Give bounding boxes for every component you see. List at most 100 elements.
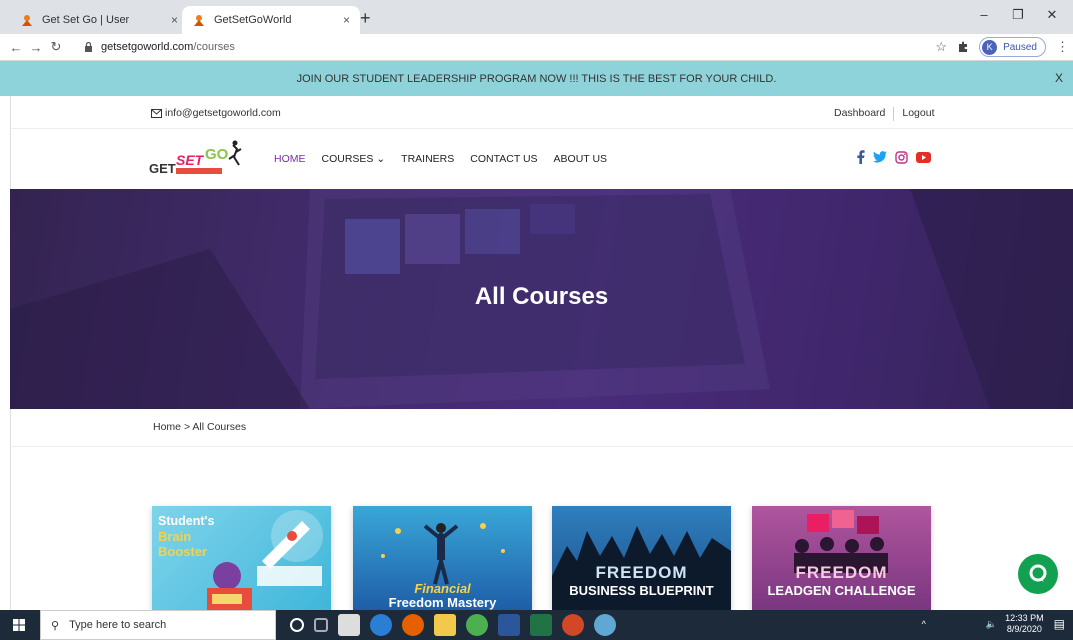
back-arrow-icon[interactable]: ← — [6, 40, 26, 55]
hero-banner: All Courses — [10, 189, 1073, 409]
announcement-bar: JOIN OUR STUDENT LEADERSHIP PROGRAM NOW … — [0, 61, 1073, 96]
task-view-icon[interactable] — [314, 618, 328, 632]
firefox-icon[interactable] — [402, 614, 424, 636]
breadcrumb-home-link[interactable]: Home — [153, 421, 181, 433]
search-placeholder: Type here to search — [69, 619, 167, 631]
site-favicon-icon — [194, 15, 204, 26]
notifications-icon[interactable]: ▤ — [1054, 617, 1065, 631]
url-host: getsetgoworld.com — [101, 41, 194, 53]
lock-icon — [85, 42, 92, 52]
system-tray: ^ 🔈 12:33 PM 8/9/2020 ▤ — [922, 613, 1065, 635]
course-card-business-blueprint[interactable]: FREEDOM BUSINESS BLUEPRINT — [552, 506, 731, 610]
nav-item-trainers[interactable]: TRAINERS — [401, 153, 454, 165]
course-title-line: Student's — [158, 514, 215, 528]
chat-bubble-icon — [1029, 564, 1047, 582]
facebook-icon[interactable] — [856, 150, 865, 164]
minimize-button[interactable]: – — [967, 6, 1001, 24]
svg-text:GO: GO — [205, 146, 229, 163]
chevron-down-icon: ⌄ — [376, 153, 386, 165]
course-card-brain-booster[interactable]: Student's Brain Booster — [152, 506, 331, 610]
browser-toolbar: ← → ↻ getsetgoworld.com/courses ☆ K Paus… — [0, 34, 1073, 61]
nav-menu: HOME COURSES ⌄ TRAINERS CONTACT US ABOUT… — [274, 153, 607, 165]
paint-icon[interactable] — [594, 614, 616, 636]
course-title: Student's Brain Booster — [158, 514, 214, 559]
course-card-leadgen-challenge[interactable]: FREEDOM LEADGEN CHALLENGE — [752, 506, 931, 610]
volume-icon[interactable]: 🔈 — [986, 619, 997, 630]
restore-button[interactable]: ❐ — [1001, 6, 1035, 24]
breadcrumb-current: All Courses — [192, 421, 247, 433]
tab-close-icon[interactable]: × — [343, 13, 350, 27]
excel-icon[interactable] — [530, 614, 552, 636]
main-navigation: GET SET GO HOME COURSES ⌄ TRAINERS CONTA… — [10, 129, 1073, 189]
profile-status: Paused — [1003, 41, 1037, 53]
svg-text:SET: SET — [176, 152, 205, 168]
page-title: All Courses — [474, 283, 609, 310]
clock-time: 12:33 PM — [1005, 613, 1044, 623]
course-title-line: Booster — [158, 544, 208, 559]
cortana-icon[interactable] — [290, 618, 304, 632]
course-title-line: Brain — [158, 529, 192, 544]
powerpoint-icon[interactable] — [562, 614, 584, 636]
file-explorer-icon[interactable] — [434, 614, 456, 636]
announcement-close-button[interactable]: X — [1055, 71, 1063, 85]
announcement-text: JOIN OUR STUDENT LEADERSHIP PROGRAM NOW … — [296, 72, 777, 85]
course-title-line: FREEDOM — [795, 563, 888, 582]
extensions-puzzle-icon[interactable] — [957, 41, 969, 53]
youtube-icon[interactable] — [916, 151, 931, 163]
browser-tab-getsetgoworld[interactable]: GetSetGoWorld × — [182, 6, 360, 34]
address-bar[interactable]: getsetgoworld.com/courses — [84, 37, 235, 57]
url-path: /courses — [193, 41, 235, 53]
photos-icon[interactable] — [338, 614, 360, 636]
profile-button[interactable]: K Paused — [979, 37, 1046, 57]
tab-title: Get Set Go | User — [42, 14, 130, 26]
course-title: FREEDOM LEADGEN CHALLENGE — [752, 564, 931, 600]
site-favicon-icon — [22, 15, 32, 26]
chat-button[interactable] — [1018, 554, 1058, 594]
tab-title: GetSetGoWorld — [214, 14, 292, 26]
mail-icon — [151, 108, 162, 118]
course-title-line: Financial — [414, 581, 471, 596]
nav-item-contact-us[interactable]: CONTACT US — [470, 153, 537, 165]
browser-tab-strip: Get Set Go | User × GetSetGoWorld × + – … — [0, 0, 1073, 34]
toolbar-actions: ☆ K Paused ⋮ — [935, 37, 1069, 57]
reload-icon[interactable]: ↻ — [46, 39, 66, 55]
tab-close-icon[interactable]: × — [171, 13, 178, 27]
nav-item-courses[interactable]: COURSES ⌄ — [322, 153, 386, 165]
nav-item-courses-label: COURSES — [321, 153, 374, 165]
taskbar-apps — [290, 614, 616, 636]
close-window-button[interactable]: ✕ — [1035, 6, 1069, 24]
course-title-line: LEADGEN CHALLENGE — [767, 583, 916, 598]
dashboard-link[interactable]: Dashboard — [834, 107, 885, 121]
course-title-line: Freedom Mastery — [388, 595, 497, 610]
course-card-financial-freedom[interactable]: Financial Freedom Mastery — [353, 506, 532, 610]
twitter-icon[interactable] — [873, 151, 887, 163]
edge-icon[interactable] — [370, 614, 392, 636]
clock[interactable]: 12:33 PM 8/9/2020 — [1005, 613, 1044, 635]
new-tab-button[interactable]: + — [360, 9, 371, 27]
menu-kebab-icon[interactable]: ⋮ — [1056, 39, 1069, 55]
nav-item-about-us[interactable]: ABOUT US — [554, 153, 607, 165]
top-info-bar: info@getsetgoworld.com Dashboard Logout — [10, 96, 1073, 129]
windows-start-icon[interactable] — [13, 619, 25, 631]
email-text: info@getsetgoworld.com — [165, 107, 281, 119]
avatar: K — [982, 39, 998, 55]
social-links — [856, 150, 931, 164]
instagram-icon[interactable] — [895, 150, 908, 164]
word-icon[interactable] — [498, 614, 520, 636]
bookmark-star-icon[interactable]: ☆ — [935, 39, 947, 55]
browser-tab-user[interactable]: Get Set Go | User × — [10, 6, 188, 34]
getsetgo-logo[interactable]: GET SET GO — [147, 139, 247, 179]
taskbar-search-input[interactable]: ⚲ Type here to search — [40, 610, 276, 640]
breadcrumb-separator: > — [183, 421, 191, 433]
forward-arrow-icon[interactable]: → — [26, 40, 46, 55]
chrome-icon[interactable] — [466, 614, 488, 636]
window-controls: – ❐ ✕ — [967, 6, 1069, 24]
chevron-up-icon[interactable]: ^ — [922, 619, 926, 629]
logout-link[interactable]: Logout — [902, 107, 934, 121]
svg-text:GET: GET — [149, 161, 176, 176]
contact-email[interactable]: info@getsetgoworld.com — [151, 107, 281, 119]
windows-taskbar: ⚲ Type here to search ^ 🔈 12:33 PM 8/9/2… — [0, 610, 1073, 640]
course-title: Financial Freedom Mastery — [353, 582, 532, 610]
nav-item-home[interactable]: HOME — [274, 153, 306, 165]
search-icon: ⚲ — [51, 619, 60, 632]
